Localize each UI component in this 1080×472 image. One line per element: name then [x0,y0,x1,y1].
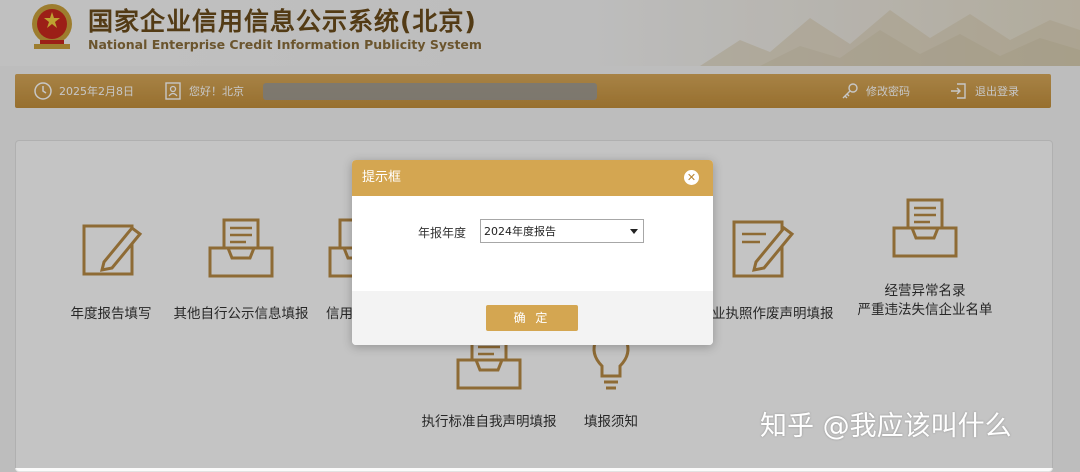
confirm-button[interactable]: 确 定 [486,305,578,331]
dialog-header: 提示框 ✕ [352,160,713,196]
report-year-label: 年报年度 [418,226,467,240]
chevron-down-icon [630,229,638,234]
prompt-dialog: 提示框 ✕ 年报年度 2024年度报告 确 定 [352,160,713,345]
close-icon[interactable]: ✕ [684,170,699,185]
report-year-select[interactable]: 2024年度报告 [480,219,644,243]
watermark: 知乎 @我应该叫什么 [760,411,1012,442]
dialog-body: 年报年度 2024年度报告 [352,196,713,291]
dialog-footer: 确 定 [352,291,713,345]
report-year-value: 2024年度报告 [484,225,556,238]
dialog-title: 提示框 [362,170,402,185]
